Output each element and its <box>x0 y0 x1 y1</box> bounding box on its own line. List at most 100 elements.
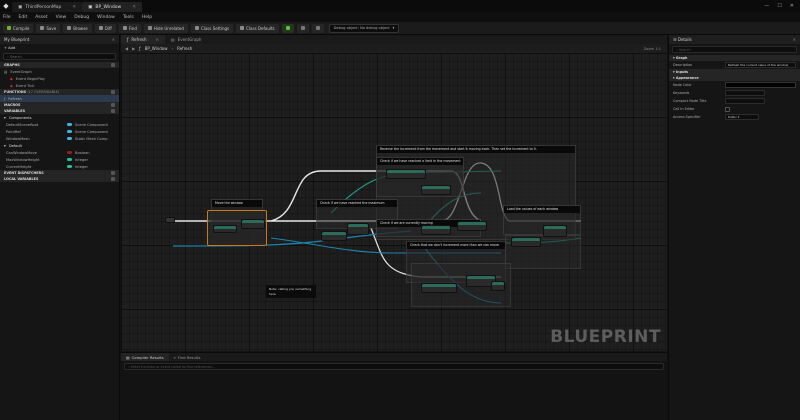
graph-node[interactable] <box>511 237 541 247</box>
graph-node[interactable] <box>241 219 265 229</box>
forward-arrow-icon[interactable]: ▶ <box>132 46 135 51</box>
variable-item[interactable]: CanWindowMove Boolean <box>0 149 119 156</box>
keywords-field[interactable] <box>725 90 765 96</box>
variable-item[interactable]: MaxWindowHeight Integer <box>0 156 119 163</box>
close-icon[interactable]: ✕ <box>112 37 115 42</box>
variable-type[interactable]: Static Mesh Comp <box>75 137 108 141</box>
compact-node-title-field[interactable] <box>725 98 765 104</box>
graph-node[interactable] <box>213 225 237 233</box>
details-panel: ☰ Details ✕ ⌕ Search ▾ Graph Description R… <box>668 35 800 420</box>
doc-tab-blueprint[interactable]: ▣ BP_Window ✕ <box>82 2 142 12</box>
function-item[interactable]: ƒ Refresh <box>0 95 119 102</box>
menu-item-help[interactable]: Help <box>142 15 152 20</box>
panel-tab-label: Details <box>677 37 692 42</box>
call-in-editor-checkbox[interactable] <box>725 106 730 112</box>
breadcrumb-item[interactable]: Refresh <box>177 46 192 51</box>
graph-canvas[interactable]: Reverse the increment from the movement … <box>121 53 667 351</box>
variable-item[interactable]: CurrentHeight Integer <box>0 163 119 170</box>
menu-item-asset[interactable]: Asset <box>35 15 47 20</box>
access-specifier-select[interactable]: Public ▾ <box>725 114 759 120</box>
graph-item-label: Event Tick <box>15 83 35 88</box>
local-variables-header[interactable]: LOCAL VARIABLES <box>0 176 119 182</box>
close-icon[interactable]: ✕ <box>793 37 796 42</box>
type-pin-icon <box>67 158 72 161</box>
variable-type[interactable]: Boolean <box>75 151 90 155</box>
add-macro-icon[interactable] <box>111 103 115 107</box>
panel-tab-details[interactable]: ☰ Details ✕ <box>669 35 800 44</box>
stop-button[interactable] <box>311 23 324 33</box>
tab-compiler-results[interactable]: ▤ Compiler Results <box>121 353 169 361</box>
add-graph-icon[interactable] <box>111 63 115 67</box>
breadcrumb-item[interactable]: BP_Window <box>145 46 168 51</box>
graph-node[interactable] <box>421 225 451 235</box>
menu-item-tools[interactable]: Tools <box>123 15 134 20</box>
back-arrow-icon[interactable]: ◀ <box>125 46 128 51</box>
minimize-icon[interactable]: — <box>764 3 769 9</box>
node-color-swatch[interactable] <box>725 82 796 88</box>
find-button[interactable]: Find <box>118 23 141 33</box>
maximize-icon[interactable]: ☐ <box>777 3 781 9</box>
variable-item[interactable]: WindowMesh Static Mesh Comp <box>0 135 119 142</box>
variable-item[interactable]: PointRef Scene Component <box>0 128 119 135</box>
section-title: GRAPHS <box>4 63 20 67</box>
variable-type[interactable]: Scene Component <box>75 130 108 134</box>
debug-object-select[interactable]: Debug object: No debug object ▾ <box>328 23 400 33</box>
tab-find-results[interactable]: ⌕ Find Results <box>168 353 206 361</box>
add-dispatcher-icon[interactable] <box>111 171 115 175</box>
add-variable-icon[interactable] <box>111 109 115 113</box>
menu-item-file[interactable]: File <box>3 15 11 20</box>
variable-type[interactable]: Scene Component <box>75 123 108 127</box>
add-button[interactable]: + Add <box>4 46 15 50</box>
class-settings-button[interactable]: Class Settings <box>190 23 234 33</box>
menu-item-debug[interactable]: Debug <box>74 15 89 20</box>
compile-button[interactable]: Compile <box>3 23 34 33</box>
comment-box[interactable]: Load the values of each window <box>503 205 581 235</box>
menu-item-window[interactable]: Window <box>97 15 115 20</box>
variable-type[interactable]: Integer <box>75 165 88 169</box>
graph-item[interactable]: ▤ EventGraph <box>0 68 119 75</box>
graph-node[interactable] <box>421 185 451 195</box>
graph-node[interactable] <box>543 225 567 237</box>
close-icon[interactable]: ✕ <box>72 5 76 10</box>
save-button[interactable]: Save <box>36 23 61 33</box>
add-function-icon[interactable] <box>111 90 115 94</box>
graph-note[interactable]: Note: calling you something here <box>266 285 316 298</box>
exec-start-node[interactable] <box>165 217 175 223</box>
close-window-icon[interactable]: ✕ <box>790 3 794 9</box>
close-icon[interactable]: ✕ <box>156 37 159 42</box>
graph-node[interactable] <box>491 281 505 291</box>
graph-node[interactable] <box>457 221 487 231</box>
step-button[interactable] <box>296 23 309 33</box>
doc-tab-label: BP_Window <box>95 4 122 10</box>
graph-node[interactable] <box>321 231 347 241</box>
tab-refresh[interactable]: ƒ Refresh ✕ <box>121 35 165 44</box>
class-defaults-button[interactable]: Class Defaults <box>236 23 279 33</box>
close-icon[interactable]: ✕ <box>132 5 136 10</box>
browse-button[interactable]: Browse <box>63 23 92 33</box>
diff-button[interactable]: Diff <box>94 23 116 33</box>
graph-node[interactable] <box>421 283 457 293</box>
hide-unrelated-button[interactable]: Hide Unrelated <box>143 23 188 33</box>
event-icon: ◆ <box>10 76 13 81</box>
graph-item[interactable]: ◆ Event Tick <box>0 82 119 89</box>
variable-type[interactable]: Integer <box>75 158 88 162</box>
play-button[interactable] <box>281 23 294 33</box>
variable-item[interactable]: DefaultSceneRoot Scene Component <box>0 121 119 128</box>
panel-tab-my-blueprint[interactable]: My Blueprint ✕ <box>0 35 119 44</box>
details-search-input[interactable]: ⌕ Search <box>672 46 797 53</box>
graph-node[interactable] <box>386 169 426 179</box>
menu-item-view[interactable]: View <box>56 15 67 20</box>
unreal-logo-icon[interactable]: ◆ <box>0 0 12 12</box>
variable-group-header[interactable]: ▾ Default <box>0 142 119 149</box>
variable-group-header[interactable]: ▾ Components <box>0 114 119 121</box>
tab-eventgraph[interactable]: ▤ EventGraph <box>164 35 208 44</box>
graph-node[interactable] <box>347 223 369 235</box>
menu-item-edit[interactable]: Edit <box>19 15 28 20</box>
description-field[interactable]: Refresh the current value of the window <box>725 62 796 68</box>
graph-item[interactable]: ◆ Event BeginPlay <box>0 75 119 82</box>
search-input[interactable]: ⌕ Search <box>3 53 116 60</box>
add-local-variable-icon[interactable] <box>111 177 115 181</box>
find-references-input[interactable]: ⌕ Enter function or event name to find r… <box>124 363 664 370</box>
doc-tab-level[interactable]: ▣ ThirdPersonMap ✕ <box>12 2 83 12</box>
search-icon: ⌕ <box>173 354 176 360</box>
